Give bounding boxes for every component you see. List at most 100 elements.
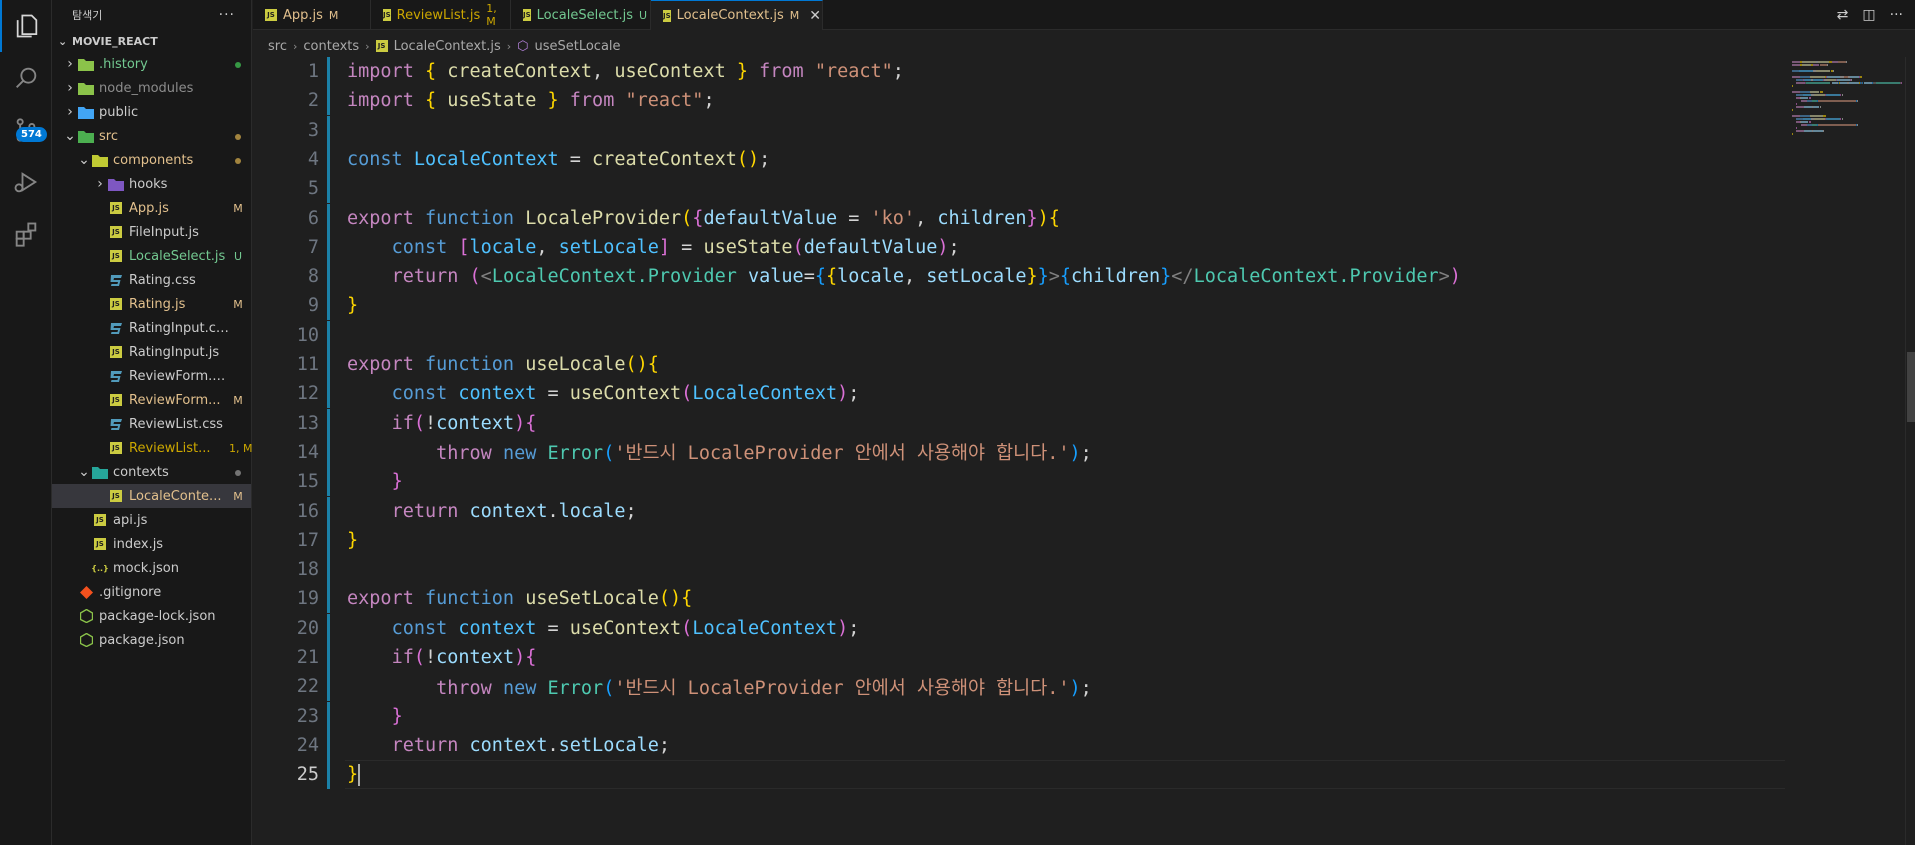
breadcrumb-src[interactable]: src — [268, 39, 287, 54]
tree-file[interactable]: JS RatingInput.js — [52, 340, 251, 364]
code-line: 23 } — [253, 701, 1788, 731]
chevron-down-icon: ⌄ — [78, 152, 90, 168]
code-text: throw new Error('반드시 LocaleProvider 안에서 … — [347, 674, 1092, 700]
tree-folder[interactable]: ⌄ src — [52, 124, 251, 148]
vertical-scrollbar[interactable] — [1905, 57, 1915, 845]
tab-status: U — [638, 8, 648, 22]
tree-file[interactable]: JS ReviewForm... M — [52, 388, 251, 412]
compare-changes-icon[interactable]: ⇄ — [1837, 7, 1849, 23]
tree-folder[interactable]: ⌄ contexts — [52, 460, 251, 484]
minimap[interactable] — [1788, 57, 1903, 845]
tree-file[interactable]: JS ReviewList... 1, M — [52, 436, 252, 460]
split-editor-icon[interactable]: ◫ — [1862, 7, 1875, 23]
code-token: from — [748, 61, 815, 82]
tree-file[interactable]: JS index.js — [52, 532, 251, 556]
chevron-right-icon: › — [67, 56, 73, 72]
code-line: 19 export function useSetLocale(){ — [253, 584, 1788, 614]
minimap-segment — [1792, 85, 1794, 87]
tree-file[interactable]: JS api.js — [52, 508, 251, 532]
code-token: context — [469, 500, 548, 522]
tree-file[interactable]: ReviewForm.css — [52, 364, 251, 388]
explorer-icon[interactable] — [0, 0, 52, 52]
tab-label: LocaleSelect.js — [536, 7, 633, 23]
tree-file[interactable]: package.json — [52, 628, 251, 652]
code-token: ; — [759, 148, 771, 170]
code-line: 11 export function useLocale(){ — [253, 350, 1788, 379]
tree-file[interactable]: JS LocaleSelect.js U — [52, 244, 251, 268]
code-line: 22 throw new Error('반드시 LocaleProvider 안… — [253, 672, 1788, 702]
code-token: { — [525, 647, 537, 668]
minimap-segment — [1812, 79, 1823, 81]
minimap-segment — [1799, 91, 1810, 93]
project-root[interactable]: ⌄ MOVIE_REACT — [52, 30, 251, 52]
tree-folder[interactable]: › .history — [52, 52, 251, 76]
minimap-segment — [1827, 64, 1829, 66]
scroll-thumb[interactable] — [1907, 352, 1915, 422]
git-status-badge: M — [233, 297, 243, 311]
code-token: ; — [1080, 443, 1092, 465]
tree-folder[interactable]: ⌄ components — [52, 148, 251, 172]
tab-app-js[interactable]: JS App.js M — [253, 0, 371, 30]
tab-localeselect-js[interactable]: JS LocaleSelect.js U — [511, 0, 651, 30]
code-editor[interactable]: 1 import { createContext, useContext } fr… — [253, 57, 1788, 845]
more-actions-icon[interactable]: ··· — [219, 7, 235, 23]
minimap-segment — [1800, 97, 1809, 99]
tree-item-label: src — [99, 128, 118, 144]
css-file-icon — [108, 417, 124, 431]
code-line: 10 — [253, 320, 1788, 350]
git-change-marker — [327, 613, 330, 643]
git-change-marker — [327, 350, 330, 379]
breadcrumb-symbol[interactable]: useSetLocale — [534, 39, 620, 54]
code-token: useSetLocale — [525, 588, 659, 610]
breadcrumb-file[interactable]: LocaleContext.js — [394, 39, 501, 54]
code-token: { — [1048, 207, 1060, 229]
js-file-icon: JS — [383, 9, 391, 21]
line-number: 19 — [296, 588, 319, 610]
tree-file[interactable]: {..} mock.json — [52, 556, 251, 580]
chevron-right-icon: › — [365, 39, 370, 53]
minimap-segment — [1821, 91, 1823, 93]
tree-item-label: LocaleConte... — [129, 488, 222, 504]
tree-file[interactable]: JS LocaleConte... M — [52, 484, 251, 508]
line-number: 21 — [296, 647, 319, 668]
tab-localecontext-js[interactable]: JS LocaleContext.js M ✕ — [651, 0, 823, 30]
code-token: LocaleContext — [413, 148, 559, 170]
line-number: 5 — [307, 178, 319, 200]
code-text: } — [347, 706, 403, 727]
minimap-segment — [1801, 61, 1817, 63]
tree-file[interactable]: JS FileInput.js — [52, 220, 251, 244]
search-icon[interactable] — [0, 52, 52, 104]
tree-item-label: package.json — [99, 632, 185, 648]
git-change-marker — [327, 555, 330, 585]
code-token: ] — [658, 236, 671, 258]
git-change-marker — [327, 730, 330, 760]
run-debug-icon[interactable] — [0, 156, 52, 208]
more-actions-icon[interactable]: ··· — [1890, 7, 1903, 23]
breadcrumb-contexts[interactable]: contexts — [303, 39, 359, 54]
tree-file[interactable]: Rating.css — [52, 268, 251, 292]
extensions-icon[interactable] — [0, 208, 52, 260]
code-token: return — [391, 500, 470, 522]
code-token: import — [347, 90, 425, 112]
minimap-segment — [1809, 115, 1823, 117]
tree-file[interactable]: JS App.js M — [52, 196, 251, 220]
code-line: 6 export function LocaleProvider({default… — [253, 203, 1788, 233]
tree-file[interactable]: JS Rating.js M — [52, 292, 251, 316]
tree-folder[interactable]: › node_modules — [52, 76, 251, 100]
minimap-segment — [1856, 100, 1858, 102]
tab-reviewlist-js[interactable]: JS ReviewList.js 1, M — [371, 0, 511, 30]
code-line: 21 if(!context){ — [253, 643, 1788, 672]
tree-file[interactable]: RatingInput.css — [52, 316, 251, 340]
close-icon[interactable]: ✕ — [809, 8, 821, 24]
code-token: '반드시 LocaleProvider 안에서 사용해야 합니다.' — [614, 443, 1070, 465]
code-line: 18 — [253, 555, 1788, 585]
tree-folder[interactable]: › hooks — [52, 172, 251, 196]
tree-file[interactable]: .gitignore — [52, 580, 251, 604]
code-token: function — [424, 354, 526, 375]
tree-file[interactable]: package-lock.json — [52, 604, 251, 628]
tree-folder[interactable]: › public — [52, 100, 251, 124]
line-number: 10 — [296, 324, 319, 346]
tree-file[interactable]: ReviewList.css — [52, 412, 251, 436]
